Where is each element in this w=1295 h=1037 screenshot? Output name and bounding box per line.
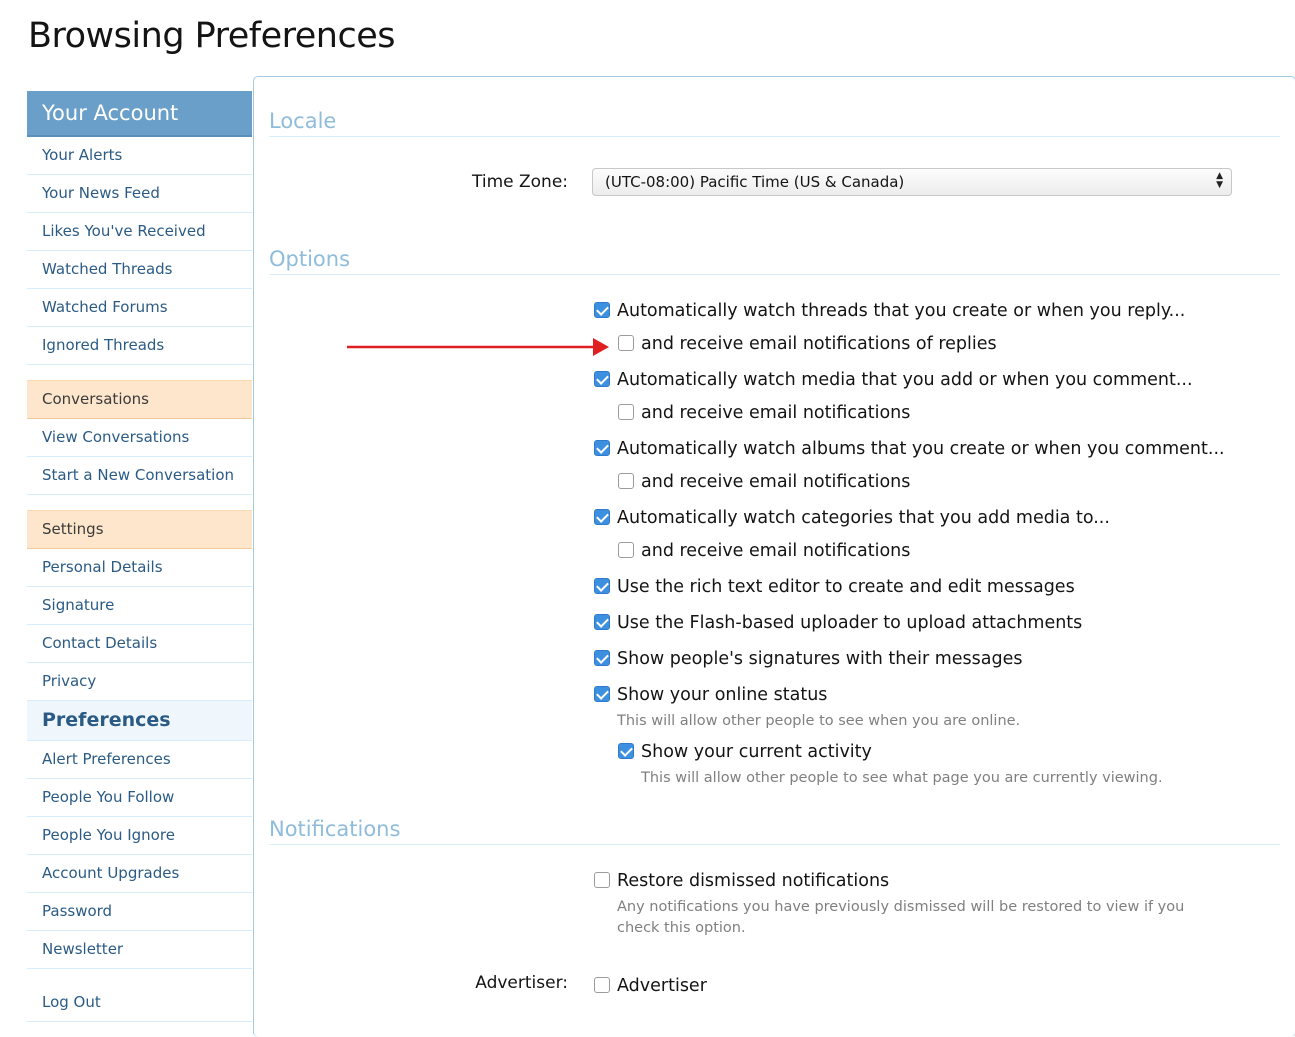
advertiser-field-label: Advertiser: bbox=[475, 973, 568, 993]
option-online-status[interactable]: Show your online status bbox=[594, 685, 827, 705]
option-watch-media-checkbox[interactable] bbox=[594, 371, 610, 387]
option-show-signatures-label: Show people's signatures with their mess… bbox=[617, 649, 1023, 669]
option-categories-email[interactable]: and receive email notifications bbox=[618, 541, 910, 561]
option-online-status-checkbox[interactable] bbox=[594, 686, 610, 702]
timezone-select[interactable]: (UTC-08:00) Pacific Time (US & Canada) ▲… bbox=[592, 168, 1232, 196]
option-watch-categories-label: Automatically watch categories that you … bbox=[617, 508, 1110, 528]
option-online-status-label: Show your online status bbox=[617, 685, 828, 705]
option-restore-notifications[interactable]: Restore dismissed notifications bbox=[594, 871, 889, 891]
locale-heading: Locale bbox=[269, 109, 1280, 137]
sidebar-item-log-out[interactable]: Log Out bbox=[27, 984, 252, 1022]
option-restore-notifications-label: Restore dismissed notifications bbox=[617, 871, 890, 891]
sidebar-item-preferences[interactable]: Preferences bbox=[27, 701, 252, 741]
option-rich-text-editor-checkbox[interactable] bbox=[594, 578, 610, 594]
option-flash-uploader[interactable]: Use the Flash-based uploader to upload a… bbox=[594, 613, 1082, 633]
sidebar-item-view-conversations[interactable]: View Conversations bbox=[27, 419, 252, 457]
sidebar-item-watched-forums[interactable]: Watched Forums bbox=[27, 289, 252, 327]
timezone-value: (UTC-08:00) Pacific Time (US & Canada) bbox=[605, 173, 905, 191]
restore-hint-line-1: Any notifications you have previously di… bbox=[617, 899, 1185, 915]
option-watch-threads[interactable]: Automatically watch threads that you cre… bbox=[594, 301, 1185, 321]
sidebar-header-your-account[interactable]: Your Account bbox=[27, 91, 252, 137]
option-show-signatures[interactable]: Show people's signatures with their mess… bbox=[594, 649, 1023, 669]
sidebar-item-your-alerts[interactable]: Your Alerts bbox=[27, 137, 252, 175]
sidebar-item-alert-preferences[interactable]: Alert Preferences bbox=[27, 741, 252, 779]
option-media-email-checkbox[interactable] bbox=[618, 404, 634, 420]
option-current-activity[interactable]: Show your current activity bbox=[618, 742, 872, 762]
option-media-email[interactable]: and receive email notifications bbox=[618, 403, 910, 423]
option-advertiser[interactable]: Advertiser bbox=[594, 976, 707, 996]
option-flash-uploader-checkbox[interactable] bbox=[594, 614, 610, 630]
sidebar-section-conversations[interactable]: Conversations bbox=[27, 380, 252, 419]
option-current-activity-label: Show your current activity bbox=[641, 742, 872, 762]
notifications-heading: Notifications bbox=[269, 817, 1280, 845]
option-current-activity-checkbox[interactable] bbox=[618, 743, 634, 759]
option-albums-email-label: and receive email notifications bbox=[641, 472, 911, 492]
account-sidebar: Your Account Your Alerts Your News Feed … bbox=[27, 91, 252, 1031]
sidebar-item-people-you-follow[interactable]: People You Follow bbox=[27, 779, 252, 817]
page-title: Browsing Preferences bbox=[28, 16, 396, 56]
option-watch-categories[interactable]: Automatically watch categories that you … bbox=[594, 508, 1110, 528]
option-advertiser-checkbox[interactable] bbox=[594, 977, 610, 993]
annotation-arrow-icon bbox=[347, 338, 609, 356]
sidebar-item-people-you-ignore[interactable]: People You Ignore bbox=[27, 817, 252, 855]
options-heading: Options bbox=[269, 247, 1280, 275]
preferences-panel: Locale Time Zone: (UTC-08:00) Pacific Ti… bbox=[253, 76, 1295, 1037]
option-thread-email-label: and receive email notifications of repli… bbox=[641, 334, 997, 354]
option-watch-categories-checkbox[interactable] bbox=[594, 509, 610, 525]
option-media-email-label: and receive email notifications bbox=[641, 403, 911, 423]
option-watch-albums[interactable]: Automatically watch albums that you crea… bbox=[594, 439, 1225, 459]
sidebar-item-personal-details[interactable]: Personal Details bbox=[27, 549, 252, 587]
option-restore-notifications-checkbox[interactable] bbox=[594, 872, 610, 888]
option-watch-albums-checkbox[interactable] bbox=[594, 440, 610, 456]
sidebar-item-privacy[interactable]: Privacy bbox=[27, 663, 252, 701]
option-show-signatures-checkbox[interactable] bbox=[594, 650, 610, 666]
option-thread-email-checkbox[interactable] bbox=[618, 335, 634, 351]
sidebar-section-settings[interactable]: Settings bbox=[27, 510, 252, 549]
option-rich-text-editor[interactable]: Use the rich text editor to create and e… bbox=[594, 577, 1075, 597]
option-watch-threads-label: Automatically watch threads that you cre… bbox=[617, 301, 1186, 321]
sidebar-item-newsletter[interactable]: Newsletter bbox=[27, 931, 252, 969]
sidebar-item-start-conversation[interactable]: Start a New Conversation bbox=[27, 457, 252, 495]
option-categories-email-checkbox[interactable] bbox=[618, 542, 634, 558]
option-watch-media[interactable]: Automatically watch media that you add o… bbox=[594, 370, 1193, 390]
sidebar-item-news-feed[interactable]: Your News Feed bbox=[27, 175, 252, 213]
sidebar-item-password[interactable]: Password bbox=[27, 893, 252, 931]
restore-hint-line-2: check this option. bbox=[617, 920, 746, 936]
timezone-label: Time Zone: bbox=[471, 172, 568, 192]
option-watch-media-label: Automatically watch media that you add o… bbox=[617, 370, 1193, 390]
option-categories-email-label: and receive email notifications bbox=[641, 541, 911, 561]
option-albums-email-checkbox[interactable] bbox=[618, 473, 634, 489]
option-watch-threads-checkbox[interactable] bbox=[594, 302, 610, 318]
option-albums-email[interactable]: and receive email notifications bbox=[618, 472, 910, 492]
option-advertiser-label: Advertiser bbox=[617, 976, 707, 996]
online-status-hint: This will allow other people to see when… bbox=[617, 713, 1021, 729]
sidebar-item-likes-received[interactable]: Likes You've Received bbox=[27, 213, 252, 251]
sidebar-item-contact-details[interactable]: Contact Details bbox=[27, 625, 252, 663]
option-rich-text-editor-label: Use the rich text editor to create and e… bbox=[617, 577, 1075, 597]
sidebar-item-ignored-threads[interactable]: Ignored Threads bbox=[27, 327, 252, 365]
option-thread-email[interactable]: and receive email notifications of repli… bbox=[618, 334, 997, 354]
sidebar-item-signature[interactable]: Signature bbox=[27, 587, 252, 625]
sidebar-item-account-upgrades[interactable]: Account Upgrades bbox=[27, 855, 252, 893]
select-arrows-icon: ▲ ▼ bbox=[1216, 171, 1223, 190]
sidebar-item-watched-threads[interactable]: Watched Threads bbox=[27, 251, 252, 289]
option-flash-uploader-label: Use the Flash-based uploader to upload a… bbox=[617, 613, 1083, 633]
current-activity-hint: This will allow other people to see what… bbox=[641, 770, 1163, 786]
option-watch-albums-label: Automatically watch albums that you crea… bbox=[617, 439, 1225, 459]
